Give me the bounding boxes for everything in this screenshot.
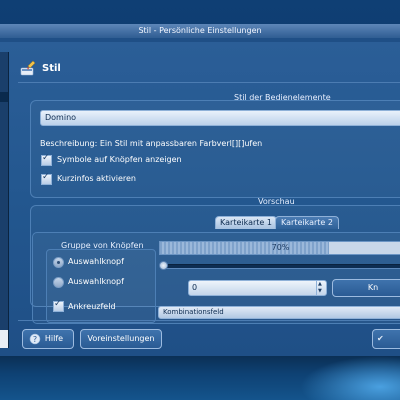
enable-tooltips-label: Kurzinfos aktivieren xyxy=(57,174,136,183)
slider-track[interactable] xyxy=(164,264,400,269)
window-title: Stil - Persönliche Einstellungen xyxy=(138,26,262,35)
show-icons-on-buttons-checkbox[interactable] xyxy=(41,153,52,166)
tab-karteikarte-1[interactable]: Karteikarte 1 xyxy=(215,216,277,229)
spin-box[interactable]: 0 ▲ ▼ xyxy=(188,280,327,296)
module-sidebar[interactable] xyxy=(0,52,9,348)
progress-label: 70% xyxy=(271,243,290,252)
spin-down-icon[interactable]: ▼ xyxy=(318,288,322,294)
svg-text:?: ? xyxy=(33,335,37,344)
spin-box-value: 0 xyxy=(192,283,198,292)
ok-button-partial[interactable]: ✔ xyxy=(372,329,400,349)
bottom-divider xyxy=(18,320,400,321)
preview-push-button[interactable]: Kn xyxy=(332,279,400,297)
slider-handle[interactable] xyxy=(159,261,168,270)
page-title: Stil xyxy=(42,63,61,74)
spin-up-icon[interactable]: ▲ xyxy=(318,281,322,287)
header-divider xyxy=(18,82,400,83)
radio-button-1-label: Auswahlknopf xyxy=(68,257,124,266)
help-icon: ? xyxy=(29,333,41,345)
defaults-button[interactable]: Voreinstellungen xyxy=(80,329,162,349)
preview-checkbox-label: Ankreuzfeld xyxy=(68,302,116,311)
enable-tooltips-checkbox[interactable] xyxy=(41,172,52,185)
tab-karteikarte-2-label: Karteikarte 2 xyxy=(281,218,333,227)
widget-style-combobox-value: Domino xyxy=(45,113,77,122)
radio-button-1[interactable] xyxy=(53,257,64,268)
spin-arrows[interactable]: ▲ ▼ xyxy=(316,281,326,295)
sidebar-selected-item[interactable] xyxy=(0,92,8,102)
check-icon: ✔ xyxy=(377,334,384,343)
preview-checkbox[interactable] xyxy=(53,299,64,312)
preview-combobox-label: Kombinationsfeld xyxy=(163,308,224,316)
tab-karteikarte-2[interactable]: Karteikarte 2 xyxy=(275,216,339,229)
progress-bar: 70% xyxy=(159,241,400,255)
preview-combobox[interactable]: Kombinationsfeld xyxy=(158,306,400,319)
radio-button-2-label: Auswahlknopf xyxy=(68,277,124,286)
style-brush-icon xyxy=(20,60,36,76)
sidebar-footer xyxy=(0,330,8,348)
help-button[interactable]: ? Hilfe xyxy=(22,329,74,349)
style-description: Beschreibung: Ein Stil mit anpassbaren F… xyxy=(40,139,263,148)
window-titlebar[interactable]: Stil - Persönliche Einstellungen xyxy=(0,24,400,38)
preview-push-button-label: Kn xyxy=(367,283,379,292)
tab-karteikarte-1-label: Karteikarte 1 xyxy=(220,218,272,227)
defaults-button-label: Voreinstellungen xyxy=(87,334,155,343)
radio-button-2[interactable] xyxy=(53,277,64,288)
desktop-glow xyxy=(300,356,400,400)
widget-style-combobox[interactable]: Domino xyxy=(40,110,400,126)
show-icons-on-buttons-label: Symbole auf Knöpfen anzeigen xyxy=(57,155,182,164)
